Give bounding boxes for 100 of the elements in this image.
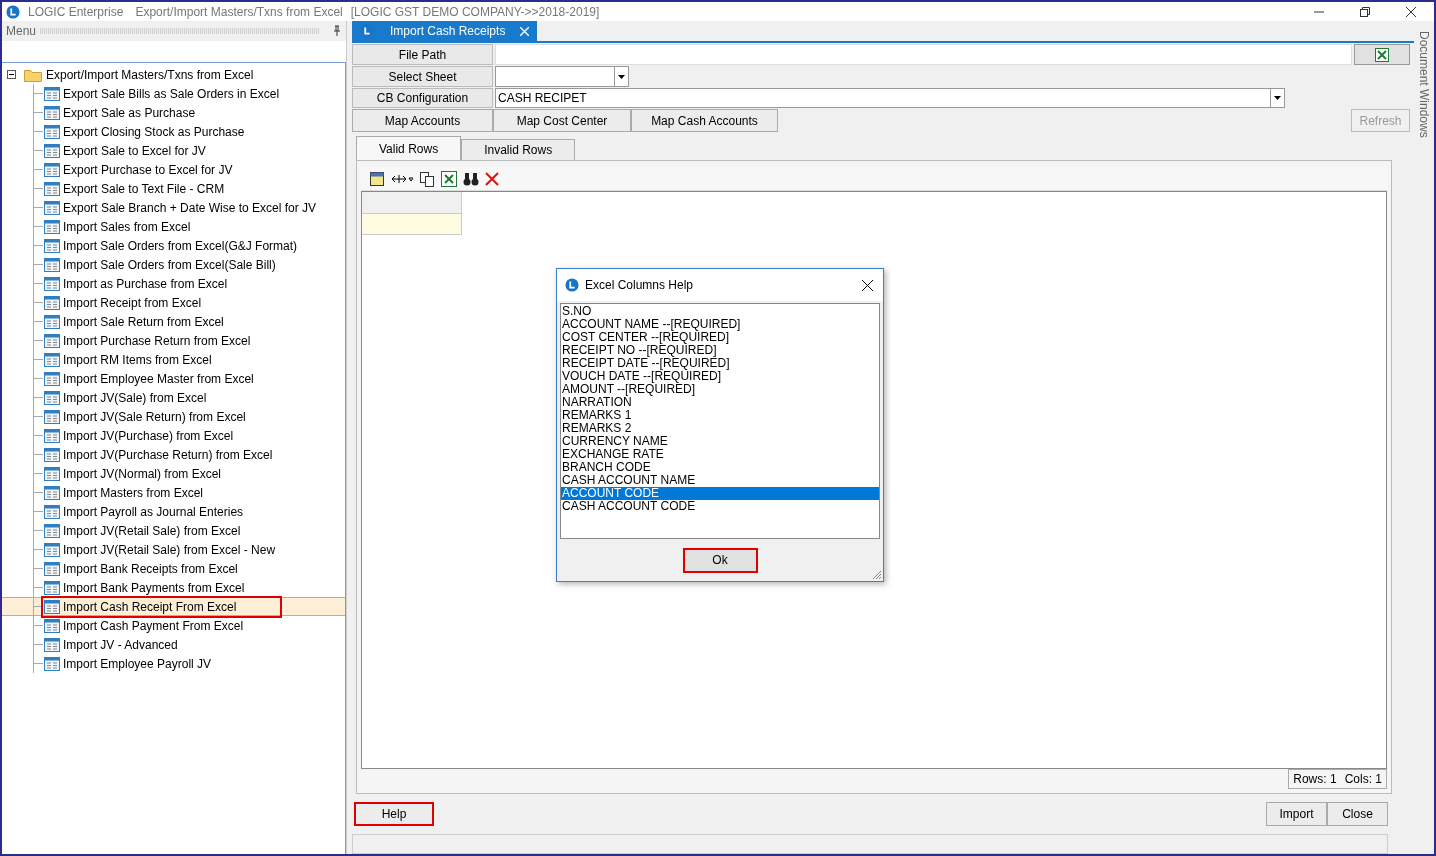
caret-icon: [1274, 96, 1281, 100]
tree-item[interactable]: Import Purchase Return from Excel: [2, 331, 345, 350]
form-icon: [44, 580, 60, 595]
tree-item[interactable]: Export Sale to Text File - CRM: [2, 179, 345, 198]
resize-grip-icon[interactable]: [872, 570, 882, 580]
pin-icon[interactable]: [332, 25, 342, 37]
delete-icon[interactable]: [485, 171, 499, 186]
column-width-icon[interactable]: [391, 173, 413, 184]
form-icon: [44, 599, 60, 614]
list-item[interactable]: REMARKS 2: [561, 422, 879, 435]
form-icon: [44, 333, 60, 348]
tree-item[interactable]: Import Sale Return from Excel: [2, 312, 345, 331]
map-button[interactable]: Map Cost Center: [493, 109, 631, 132]
tree-item[interactable]: Export Sale as Purchase: [2, 103, 345, 122]
tree-item[interactable]: Import JV(Retail Sale) from Excel - New: [2, 540, 345, 559]
copy-icon[interactable]: [419, 170, 435, 187]
tree-item[interactable]: Import JV(Purchase) from Excel: [2, 426, 345, 445]
caret-icon: [618, 74, 625, 79]
tree-item[interactable]: Import JV - Advanced: [2, 635, 345, 654]
list-item[interactable]: S.NO: [561, 305, 879, 318]
map-button[interactable]: Map Accounts: [352, 109, 493, 132]
tree-item[interactable]: Export Purchase to Excel for JV: [2, 160, 345, 179]
tree-item[interactable]: Export Sale to Excel for JV: [2, 141, 345, 160]
tree-item[interactable]: Import JV(Retail Sale) from Excel: [2, 521, 345, 540]
tree-item[interactable]: Import Cash Payment From Excel: [2, 616, 345, 635]
list-item[interactable]: AMOUNT --[REQUIRED]: [561, 383, 879, 396]
tree-item-label: Import Masters from Excel: [63, 484, 204, 502]
layout-icon[interactable]: [369, 170, 385, 187]
tree-item-label: Export Sale as Purchase: [63, 104, 196, 122]
list-item[interactable]: REMARKS 1: [561, 409, 879, 422]
collapse-icon[interactable]: [7, 70, 16, 79]
tree-item[interactable]: Import as Purchase from Excel: [2, 274, 345, 293]
map-button[interactable]: Map Cash Accounts: [631, 109, 778, 132]
configuration-dropdown[interactable]: CASH RECIPET: [495, 88, 1285, 108]
form-icon: [44, 523, 60, 538]
tree-item[interactable]: Import Sale Orders from Excel(Sale Bill): [2, 255, 345, 274]
list-item[interactable]: CURRENCY NAME: [561, 435, 879, 448]
tree-item[interactable]: Import Payroll as Journal Enteries: [2, 502, 345, 521]
tree-item[interactable]: Export Closing Stock as Purchase: [2, 122, 345, 141]
tree-item-label: Export Closing Stock as Purchase: [63, 123, 245, 141]
action-button[interactable]: Close: [1327, 802, 1388, 826]
close-icon[interactable]: [862, 279, 873, 291]
tree-item[interactable]: Import RM Items from Excel: [2, 350, 345, 369]
tree-item[interactable]: Import Bank Payments from Excel: [2, 578, 345, 597]
form-icon: [44, 143, 60, 158]
tree-item[interactable]: Import Masters from Excel: [2, 483, 345, 502]
tree-item-label: Import JV(Normal) from Excel: [63, 465, 222, 483]
list-item[interactable]: CASH ACCOUNT CODE: [561, 500, 879, 513]
list-item[interactable]: BRANCH CODE: [561, 461, 879, 474]
tree-item-label: Import Receipt from Excel: [63, 294, 202, 312]
tree-item[interactable]: Import Employee Payroll JV: [2, 654, 345, 673]
tree-item-label: Import JV - Advanced: [63, 636, 178, 654]
list-item[interactable]: VOUCH DATE --[REQUIRED]: [561, 370, 879, 383]
list-item[interactable]: RECEIPT DATE --[REQUIRED]: [561, 357, 879, 370]
tree-item[interactable]: Import Sales from Excel: [2, 217, 345, 236]
list-item[interactable]: NARRATION: [561, 396, 879, 409]
tree-item[interactable]: Export Sale Bills as Sale Orders in Excel: [2, 84, 345, 103]
field-label: CB Configuration: [352, 88, 493, 108]
action-button[interactable]: Import: [1266, 802, 1327, 826]
tree-item[interactable]: Export Sale Branch + Date Wise to Excel for JV: [2, 198, 345, 217]
tree-item-label: Import Sale Orders from Excel(G&J Format): [63, 237, 298, 255]
tree-item[interactable]: Import Bank Receipts from Excel: [2, 559, 345, 578]
list-item[interactable]: ACCOUNT NAME --[REQUIRED]: [561, 318, 879, 331]
tree-item[interactable]: Import JV(Normal) from Excel: [2, 464, 345, 483]
document-tab[interactable]: Import Cash Receipts: [352, 21, 537, 41]
tree-item[interactable]: Import JV(Purchase Return) from Excel: [2, 445, 345, 464]
list-item[interactable]: RECEIPT NO --[REQUIRED]: [561, 344, 879, 357]
list-item[interactable]: EXCHANGE RATE: [561, 448, 879, 461]
excel-icon[interactable]: [441, 170, 457, 187]
tree-item[interactable]: Import JV(Sale) from Excel: [2, 388, 345, 407]
ok-button[interactable]: Ok: [682, 547, 758, 573]
tree-item-label: Export Sale to Text File - CRM: [63, 180, 225, 198]
form-icon: [44, 561, 60, 576]
tree-item-label: Export Sale to Excel for JV: [63, 142, 206, 160]
form-icon: [44, 219, 60, 234]
sheet-dropdown[interactable]: [495, 66, 629, 87]
excel-browse-button[interactable]: [1354, 44, 1410, 65]
binoculars-icon[interactable]: [463, 171, 479, 186]
tree-item[interactable]: Import JV(Sale Return) from Excel: [2, 407, 345, 426]
grid-tab[interactable]: Invalid Rows: [461, 139, 576, 160]
tree-root-label[interactable]: Export/Import Masters/Txns from Excel: [46, 65, 254, 84]
form-icon: [44, 200, 60, 215]
tree-item-label: Import Bank Payments from Excel: [63, 579, 245, 597]
tree-item[interactable]: Import Sale Orders from Excel(G&J Format): [2, 236, 345, 255]
tree-item-label: Import Payroll as Journal Enteries: [63, 503, 244, 521]
tree-item[interactable]: Import Cash Receipt From Excel: [2, 597, 345, 616]
list-item[interactable]: COST CENTER --[REQUIRED]: [561, 331, 879, 344]
tree-item[interactable]: Import Employee Master from Excel: [2, 369, 345, 388]
help-button[interactable]: Help: [354, 802, 434, 826]
tree-item-label: Import JV(Retail Sale) from Excel - New: [63, 541, 276, 559]
tree-item[interactable]: Import Receipt from Excel: [2, 293, 345, 312]
tree-item-label: Import as Purchase from Excel: [63, 275, 228, 293]
file-path-field[interactable]: [495, 44, 1352, 65]
menu-title: Menu: [6, 23, 37, 40]
document-windows-label[interactable]: Document Windows: [1415, 31, 1433, 854]
list-item[interactable]: CASH ACCOUNT NAME: [561, 474, 879, 487]
grid-tab[interactable]: Valid Rows: [356, 136, 462, 160]
tree-item-label: Import Sale Return from Excel: [63, 313, 224, 331]
grid-cell[interactable]: [362, 214, 462, 235]
list-item[interactable]: ACCOUNT CODE: [561, 487, 879, 500]
